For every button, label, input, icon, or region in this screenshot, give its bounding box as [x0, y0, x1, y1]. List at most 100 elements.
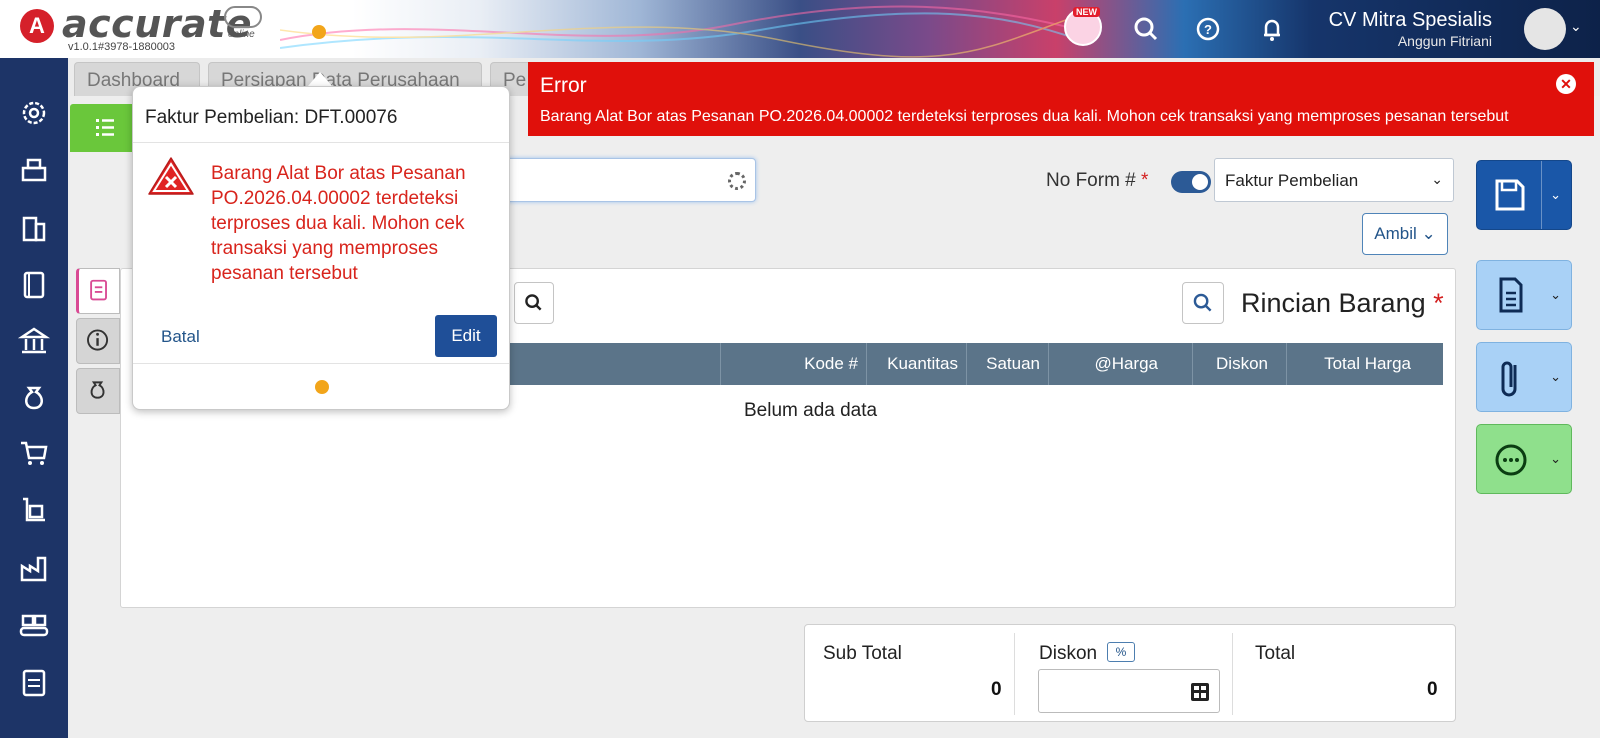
- divider: [1014, 633, 1015, 715]
- money-bag-icon[interactable]: [17, 380, 51, 414]
- info-icon: [87, 329, 109, 351]
- divider: [1232, 633, 1233, 715]
- popover-arrow: [308, 72, 332, 86]
- divider: [133, 363, 509, 364]
- version-label: v1.0.1#3978-1880003: [68, 41, 176, 53]
- more-actions-button[interactable]: ⌄: [1476, 424, 1572, 494]
- calculator-icon[interactable]: [1189, 681, 1211, 703]
- floppy-disk-icon: [1495, 179, 1525, 211]
- hand-truck-icon[interactable]: [17, 494, 51, 528]
- ambil-button[interactable]: Ambil ⌄: [1362, 213, 1448, 255]
- totals-box: Sub Total 0 Diskon % Total 0: [804, 624, 1456, 722]
- cloud-icon: [224, 6, 262, 28]
- col-harga[interactable]: @Harga: [1048, 343, 1192, 385]
- discount-unit-toggle[interactable]: %: [1107, 642, 1135, 662]
- tab-info[interactable]: [76, 318, 120, 364]
- warning-icon: [148, 157, 194, 195]
- list-view-button[interactable]: [70, 104, 134, 152]
- required-mark: *: [1141, 170, 1149, 191]
- close-icon[interactable]: ✕: [1556, 74, 1576, 94]
- bell-icon[interactable]: [1254, 11, 1290, 47]
- search-icon[interactable]: [1128, 11, 1164, 47]
- divider: [133, 142, 509, 143]
- logo-text[interactable]: accurate: [62, 2, 252, 46]
- list-icon: [96, 119, 114, 136]
- status-dot: [315, 380, 329, 394]
- bank-icon[interactable]: [17, 324, 51, 358]
- supplier-search-input[interactable]: [480, 158, 756, 202]
- no-form-label: No Form # *: [1046, 170, 1148, 192]
- col-kuantitas[interactable]: Kuantitas: [866, 343, 966, 385]
- building-icon[interactable]: [17, 212, 51, 246]
- col-total-harga[interactable]: Total Harga: [1286, 343, 1443, 385]
- user-name[interactable]: Anggun Fitriani: [1398, 33, 1492, 49]
- paperclip-icon: [1501, 361, 1517, 397]
- col-satuan[interactable]: Satuan: [966, 343, 1048, 385]
- save-button[interactable]: ⌄: [1476, 160, 1572, 230]
- subtotal-value: 0: [991, 679, 1002, 700]
- no-form-text: No Form #: [1046, 170, 1136, 191]
- auto-number-toggle[interactable]: [1171, 171, 1211, 193]
- logo-mark[interactable]: A: [20, 9, 54, 43]
- ambil-label: Ambil: [1374, 224, 1417, 243]
- discount-label: Diskon: [1039, 643, 1098, 664]
- subtotal-label: Sub Total: [823, 643, 902, 664]
- tax-icon[interactable]: [17, 666, 51, 700]
- cancel-button[interactable]: Batal: [161, 327, 200, 347]
- factory-icon[interactable]: [17, 552, 51, 586]
- printer-icon[interactable]: [17, 154, 51, 188]
- money-bag-icon: [90, 381, 105, 399]
- form-type-value: Faktur Pembelian: [1225, 171, 1359, 190]
- section-title: Rincian Barang *: [1241, 288, 1444, 319]
- edit-button[interactable]: Edit: [435, 315, 497, 357]
- detail-search-button[interactable]: [1182, 282, 1224, 324]
- logo-subtitle: online: [228, 29, 255, 40]
- section-title-text: Rincian Barang: [1241, 288, 1426, 318]
- company-name[interactable]: CV Mitra Spesialis: [1329, 9, 1492, 32]
- empty-state: Belum ada data: [744, 400, 878, 421]
- error-title: Error: [540, 74, 587, 97]
- col-diskon[interactable]: Diskon: [1192, 343, 1286, 385]
- error-message: Barang Alat Bor atas Pesanan PO.2026.04.…: [540, 108, 1509, 125]
- top-header: A accurate online v1.0.1#3978-1880003 NE…: [0, 0, 1600, 58]
- status-dot: [312, 25, 326, 39]
- document-icon: [90, 279, 107, 301]
- total-value: 0: [1427, 679, 1438, 700]
- popover-message: Barang Alat Bor atas Pesanan PO.2026.04.…: [211, 163, 466, 284]
- header-decoration: [280, 5, 1080, 58]
- form-type-select[interactable]: Faktur Pembelian ⌄: [1214, 158, 1454, 202]
- item-search-button[interactable]: [514, 282, 554, 324]
- chevron-down-icon[interactable]: ⌄: [1550, 287, 1561, 303]
- search-icon: [525, 294, 542, 311]
- chevron-down-icon[interactable]: ⌄: [1550, 369, 1561, 385]
- cart-icon[interactable]: [17, 436, 51, 470]
- chevron-down-icon: ⌄: [1431, 171, 1443, 187]
- user-avatar[interactable]: [1524, 8, 1566, 50]
- error-banner: Error Barang Alat Bor atas Pesanan PO.20…: [528, 62, 1594, 136]
- print-document-button[interactable]: ⌄: [1476, 260, 1572, 330]
- chevron-down-icon[interactable]: ⌄: [1550, 187, 1561, 203]
- chevron-down-icon[interactable]: ⌄: [1550, 451, 1561, 467]
- error-popover: Faktur Pembelian: DFT.00076 Barang Alat …: [132, 86, 510, 410]
- help-icon[interactable]: ?: [1190, 11, 1226, 47]
- document-icon: [1499, 277, 1523, 313]
- tab-detail[interactable]: [76, 268, 120, 314]
- sidebar: [0, 58, 68, 738]
- gear-icon[interactable]: [17, 96, 51, 130]
- conveyor-icon[interactable]: [17, 608, 51, 642]
- search-icon: [1193, 293, 1212, 312]
- loading-spinner-icon: [728, 172, 746, 190]
- attachment-button[interactable]: ⌄: [1476, 342, 1572, 412]
- chevron-down-icon[interactable]: ⌄: [1570, 18, 1582, 35]
- tab-cost[interactable]: [76, 368, 120, 414]
- split-divider: [1541, 161, 1542, 229]
- new-badge: NEW: [1073, 7, 1100, 17]
- book-icon[interactable]: [17, 268, 51, 302]
- popover-title: Faktur Pembelian: DFT.00076: [145, 107, 398, 128]
- required-mark: *: [1433, 288, 1444, 318]
- svg-text:?: ?: [1204, 22, 1212, 37]
- total-label: Total: [1255, 643, 1296, 664]
- col-kode[interactable]: Kode #: [720, 343, 866, 385]
- discount-input[interactable]: [1038, 669, 1220, 713]
- more-icon: [1495, 444, 1527, 476]
